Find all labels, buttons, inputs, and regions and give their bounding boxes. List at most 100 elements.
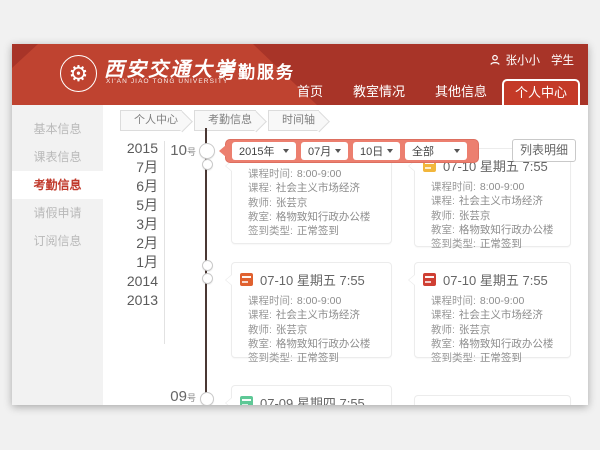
- card-fields: 课程时间: 8:00-9:00 课程: 社会主义市场经济教师: 张芸京教室: 格物致知行政…: [415, 175, 570, 251]
- university-name-en: XI'AN JIAO TONG UNIVERSITY: [106, 78, 228, 85]
- timeline-scale-item[interactable]: 3月: [116, 215, 158, 234]
- sidebar-item-subscription-info[interactable]: 订阅信息: [12, 227, 103, 255]
- nav-tab-home[interactable]: 首页: [286, 79, 334, 105]
- year-select-value: 2015年: [239, 143, 274, 159]
- card-field: 签到类型:正常签到: [248, 351, 383, 365]
- attendance-card[interactable]: 07-10 星期五 7:55 课程时间: 8:00-9:00课程:社会主义市场经济教…: [414, 262, 571, 358]
- sidebar-item-leave-request[interactable]: 请假申请: [12, 199, 103, 227]
- attendance-card-partial[interactable]: 07-09 星期四 7:55: [231, 385, 392, 405]
- field-label: 课程时间:: [431, 181, 476, 193]
- chevron-down-icon: [283, 149, 289, 153]
- nav-tab-classroom-status[interactable]: 教室情况: [342, 79, 416, 105]
- year-select[interactable]: 2015年: [232, 142, 296, 160]
- field-label: 教室:: [431, 338, 455, 350]
- field-label: 签到类型:: [431, 238, 476, 250]
- list-detail-button[interactable]: 列表明细: [512, 139, 576, 162]
- type-select-value: 全部: [412, 143, 434, 159]
- field-value: 社会主义市场经济: [276, 182, 360, 194]
- breadcrumb-item-personal-center[interactable]: 个人中心: [120, 110, 182, 131]
- field-value: 格物致知行政办公楼: [459, 338, 554, 350]
- sidebar-item-basic-info[interactable]: 基本信息: [12, 115, 103, 143]
- field-label: 教师:: [431, 324, 455, 336]
- day-select-value: 10日: [360, 143, 383, 159]
- nav-tab-other-info[interactable]: 其他信息: [424, 79, 498, 105]
- timeline-scale-item[interactable]: 2月: [116, 234, 158, 253]
- day-select[interactable]: 10日: [353, 142, 400, 160]
- timeline-scale-item[interactable]: 2014: [116, 272, 158, 291]
- chevron-down-icon: [454, 149, 460, 153]
- month-select[interactable]: 07月: [301, 142, 348, 160]
- field-value: 张芸京: [459, 210, 491, 222]
- attendance-status-icon: [240, 273, 253, 286]
- day-number: 10: [170, 142, 187, 159]
- breadcrumb-item-attendance-info[interactable]: 考勤信息: [194, 110, 256, 131]
- day-suffix: 号: [187, 147, 196, 157]
- chevron-down-icon: [387, 149, 393, 153]
- timeline-scale-item[interactable]: 2013: [116, 291, 158, 310]
- card-field: 课程时间: 8:00-9:00: [431, 294, 562, 308]
- field-label: 教师:: [248, 197, 272, 209]
- card-field: 教室: 格物致知行政办公楼: [431, 223, 562, 237]
- breadcrumb-item-label: 考勤信息: [208, 114, 252, 126]
- card-field: 教师:张芸京: [248, 323, 383, 337]
- timeline-day-label: 10号: [150, 142, 196, 159]
- field-value: 格物致知行政办公楼: [459, 224, 554, 236]
- sidebar-item-schedule-info[interactable]: 课表信息: [12, 143, 103, 171]
- timeline-node: [202, 159, 213, 170]
- card-field: 课程: 社会主义市场经济: [431, 194, 562, 208]
- sidebar-item-attendance-info[interactable]: 考勤信息: [12, 171, 103, 199]
- attendance-card[interactable]: 07-10 星期五 7:55课程时间:8:00-9:00课程:社会主义市场经济教…: [231, 262, 392, 358]
- card-title: 07-10 星期五 7:55: [232, 263, 391, 289]
- sidebar: 基本信息课表信息考勤信息请假申请订阅信息: [12, 105, 103, 405]
- type-select[interactable]: 全部: [405, 142, 467, 160]
- field-label: 教室:: [431, 224, 455, 236]
- field-value: 社会主义市场经济: [459, 195, 543, 207]
- field-value: 8:00-9:00: [297, 295, 341, 307]
- card-field: 课程时间: 8:00-9:00: [248, 167, 383, 181]
- field-label: 教师:: [248, 324, 272, 336]
- card-title: 07-09 星期四 7:55: [232, 386, 391, 405]
- field-value: 正常签到: [480, 238, 522, 250]
- field-label: 课程:: [431, 195, 455, 207]
- breadcrumb-item-timeline[interactable]: 时间轴: [268, 110, 319, 131]
- field-label: 课程时间:: [248, 168, 293, 180]
- field-value: 正常签到: [297, 225, 339, 237]
- timeline-scale-item[interactable]: 7月: [116, 158, 158, 177]
- field-value: 8:00-9:00: [480, 295, 524, 307]
- timeline-day-label: 09号: [150, 388, 196, 405]
- timeline-scale-item[interactable]: 5月: [116, 196, 158, 215]
- card-field: 课程:社会主义市场经济: [431, 308, 562, 322]
- attendance-status-icon: [240, 396, 253, 405]
- card-field: 教师: 张芸京: [431, 209, 562, 223]
- chevron-down-icon: [335, 149, 341, 153]
- main-nav: 首页教室情况其他信息个人中心: [282, 79, 580, 105]
- card-fields: 课程时间:8:00-9:00课程:社会主义市场经济教师:张芸京教室:格物致知行政…: [415, 289, 570, 365]
- field-label: 教室:: [248, 338, 272, 350]
- field-label: 课程:: [248, 309, 272, 321]
- card-field: 签到类型: 正常签到: [431, 237, 562, 251]
- timeline-node: [202, 273, 213, 284]
- timeline-scale-item[interactable]: 1月: [116, 253, 158, 272]
- timeline-scale-item[interactable]: 6月: [116, 177, 158, 196]
- field-label: 签到类型:: [431, 352, 476, 364]
- attendance-card-shell[interactable]: [414, 395, 571, 405]
- timeline-scale: 20157月6月5月3月2月1月20142013: [116, 139, 158, 310]
- breadcrumb: 个人中心 考勤信息 时间轴: [120, 110, 331, 131]
- field-value: 8:00-9:00: [297, 168, 341, 180]
- card-field: 教室:格物致知行政办公楼: [248, 210, 383, 224]
- card-field: 签到类型:正常签到: [248, 224, 383, 238]
- field-label: 教师:: [431, 210, 455, 222]
- field-value: 正常签到: [480, 352, 522, 364]
- nav-tab-personal-center[interactable]: 个人中心: [502, 79, 580, 105]
- card-field: 课程时间:8:00-9:00: [248, 294, 383, 308]
- attendance-status-icon: [423, 273, 436, 286]
- card-title-text: 07-10 星期五 7:55: [443, 270, 548, 289]
- app-window: 西安交通大学 XI'AN JIAO TONG UNIVERSITY 考勤服务 张…: [12, 44, 588, 405]
- month-select-value: 07月: [308, 143, 331, 159]
- university-logo gear-emblem-icon: [60, 55, 97, 92]
- field-label: 课程时间:: [431, 295, 476, 307]
- card-field: 教室:格物致知行政办公楼: [248, 337, 383, 351]
- field-value: 8:00-9:00: [480, 181, 524, 193]
- timeline-scale-divider: [164, 141, 165, 344]
- user-info[interactable]: 张小小 学生: [489, 52, 575, 68]
